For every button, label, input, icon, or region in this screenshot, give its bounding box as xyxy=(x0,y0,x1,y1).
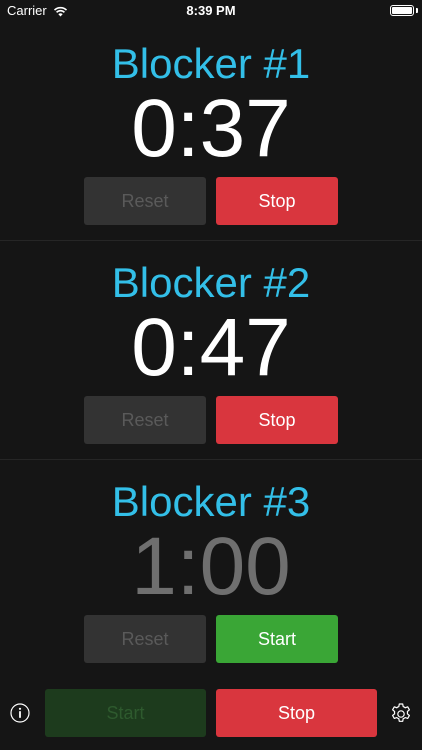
reset-button[interactable]: Reset xyxy=(84,615,206,663)
timer-panel-3: Blocker #3 1:00 Reset Start xyxy=(0,460,422,679)
status-bar: Carrier 8:39 PM xyxy=(0,0,422,22)
start-button[interactable]: Start xyxy=(216,615,338,663)
reset-button[interactable]: Reset xyxy=(84,396,206,444)
battery-fill xyxy=(392,7,412,14)
stop-all-button[interactable]: Stop xyxy=(216,689,377,737)
timer-time: 0:47 xyxy=(131,302,291,393)
status-time: 8:39 PM xyxy=(186,3,236,18)
timer-panel-2: Blocker #2 0:47 Reset Stop xyxy=(0,241,422,460)
timer-time: 0:37 xyxy=(131,83,291,174)
start-all-button[interactable]: Start xyxy=(45,689,206,737)
bottom-toolbar: Start Stop xyxy=(0,678,422,750)
battery-icon xyxy=(390,5,414,16)
battery-tip xyxy=(416,8,418,13)
reset-button[interactable]: Reset xyxy=(84,177,206,225)
timer-title: Blocker #2 xyxy=(111,259,311,306)
info-icon[interactable] xyxy=(10,703,30,723)
timer-panel-1: Blocker #1 0:37 Reset Stop xyxy=(0,22,422,241)
gear-icon[interactable] xyxy=(389,702,413,726)
timer-title: Blocker #1 xyxy=(111,40,311,87)
stop-button[interactable]: Stop xyxy=(216,396,338,444)
timer-title: Blocker #3 xyxy=(111,478,311,525)
timer-time: 1:00 xyxy=(131,521,291,612)
stop-button[interactable]: Stop xyxy=(216,177,338,225)
